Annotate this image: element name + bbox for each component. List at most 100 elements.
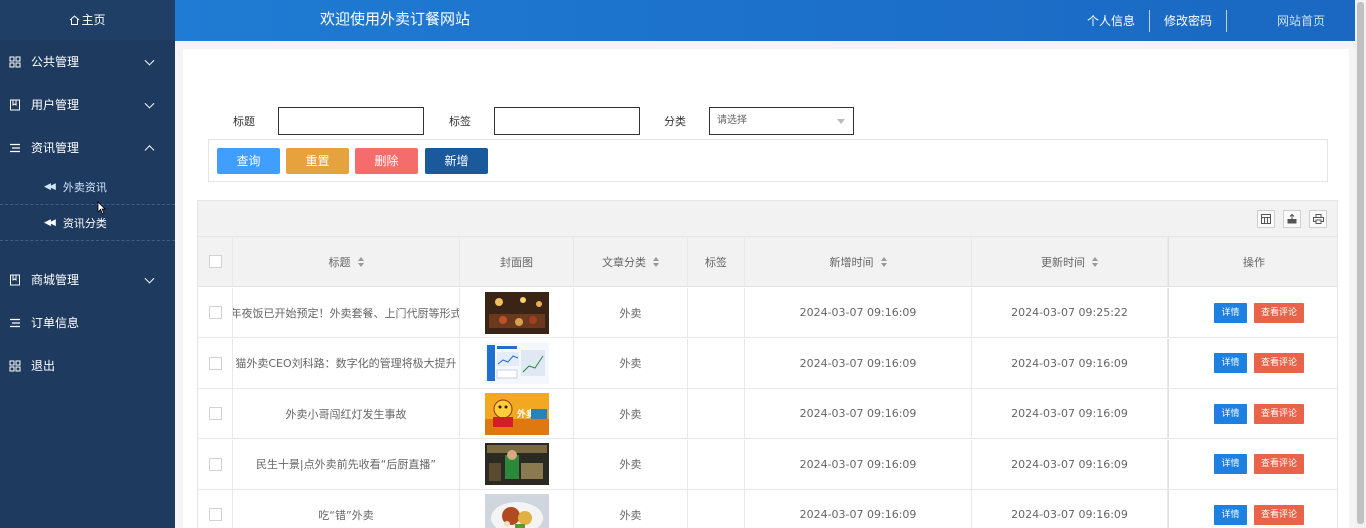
- chevron-down-icon: [144, 55, 155, 66]
- row-cover-cell: 外卖: [460, 389, 574, 438]
- header-category-label: 文章分类: [602, 255, 646, 269]
- row-created: 2024-03-07 09:16:09: [799, 407, 917, 420]
- sort-icon[interactable]: [1092, 256, 1098, 267]
- news-table: 标题 封面图 文章分类 标签 新增时间 更新时间 操作 年夜饭已开始预定！外卖套…: [197, 200, 1338, 528]
- row-title-cell: 吃“错”外卖: [233, 490, 460, 528]
- header-ops-label: 操作: [1243, 255, 1265, 269]
- reset-button[interactable]: 重置: [286, 148, 349, 174]
- header-ops: 操作: [1168, 237, 1337, 286]
- header-category[interactable]: 文章分类: [574, 237, 688, 286]
- site-home-link[interactable]: 网站首页: [1227, 10, 1355, 32]
- sidebar-item-label: 订单信息: [31, 316, 80, 330]
- select-all-cell: [198, 237, 233, 286]
- book-icon: [8, 273, 22, 287]
- row-category-cell: 外卖: [574, 439, 688, 489]
- row-tag-cell: [688, 490, 745, 528]
- book-icon: [8, 98, 22, 112]
- header-tag-label: 标签: [705, 255, 727, 269]
- sidebar-item-users[interactable]: 用户管理: [0, 83, 175, 126]
- row-cover-cell: [460, 490, 574, 528]
- sidebar-item-public[interactable]: 公共管理: [0, 40, 175, 83]
- row-tag-cell: [688, 288, 745, 337]
- sidebar-subitem-news-category[interactable]: ◀◀ 资讯分类: [0, 205, 175, 241]
- query-button[interactable]: 查询: [217, 148, 280, 174]
- sidebar-item-shop[interactable]: 商城管理: [0, 258, 175, 301]
- sidebar-subitem-takeout-news[interactable]: ◀◀ 外卖资讯: [0, 169, 175, 205]
- delete-button[interactable]: 删除: [355, 148, 418, 174]
- grid-icon: [8, 359, 22, 373]
- row-created-cell: 2024-03-07 09:16:09: [745, 389, 972, 438]
- sidebar-item-orders[interactable]: 订单信息: [0, 301, 175, 344]
- grid-icon: [8, 55, 22, 69]
- tag-label: 标签: [449, 115, 471, 128]
- add-button[interactable]: 新增: [425, 148, 488, 174]
- detail-button[interactable]: 详情: [1214, 504, 1247, 525]
- sidebar-item-label: 资讯管理: [31, 141, 80, 155]
- view-comments-button[interactable]: 查看评论: [1254, 353, 1304, 373]
- select-all-checkbox[interactable]: [208, 255, 222, 268]
- row-updated: 2024-03-07 09:16:09: [1011, 407, 1128, 420]
- row-title: 年夜饭已开始预定！外卖套餐、上门代厨等形式: [233, 306, 460, 320]
- row-checkbox[interactable]: [208, 356, 222, 370]
- sidebar-item-label: 用户管理: [31, 98, 80, 112]
- row-created-cell: 2024-03-07 09:16:09: [745, 490, 972, 528]
- change-password-link[interactable]: 修改密码: [1150, 9, 1227, 32]
- header-title[interactable]: 标题: [233, 237, 460, 286]
- row-title: 外卖小哥闯红灯发生事故: [285, 407, 407, 421]
- row-updated-cell: 2024-03-07 09:25:22: [972, 288, 1168, 337]
- category-select[interactable]: 请选择: [709, 107, 854, 135]
- cover-image: 外卖: [484, 392, 549, 435]
- row-cover-cell: [460, 439, 574, 489]
- row-checkbox[interactable]: [208, 407, 222, 420]
- page-title: 欢迎使用外卖订餐网站: [320, 10, 471, 28]
- title-input[interactable]: [278, 107, 424, 135]
- chevron-up-icon: [144, 144, 155, 155]
- sidebar-item-label: 商城管理: [31, 273, 80, 287]
- home-link[interactable]: 主页: [0, 0, 175, 40]
- list-icon: [8, 316, 22, 330]
- caret-down-icon: [837, 119, 845, 124]
- cover-image: [484, 342, 549, 384]
- tag-input[interactable]: [494, 107, 640, 135]
- print-icon[interactable]: [1309, 210, 1327, 228]
- columns-filter-icon[interactable]: [1257, 210, 1275, 228]
- view-comments-button[interactable]: 查看评论: [1254, 504, 1304, 525]
- view-comments-button[interactable]: 查看评论: [1254, 403, 1304, 424]
- sort-icon[interactable]: [653, 256, 659, 267]
- table-row: 年夜饭已开始预定！外卖套餐、上门代厨等形式 外卖 2024-03-07 09:16:…: [198, 288, 1337, 338]
- sidebar-item-logout[interactable]: 退出: [0, 344, 175, 387]
- detail-button[interactable]: 详情: [1214, 353, 1247, 373]
- row-ops-cell: 详情 查看评论: [1168, 338, 1337, 388]
- mouse-cursor-icon: [97, 201, 106, 218]
- row-title-cell: 外卖小哥闯红灯发生事故: [233, 389, 460, 438]
- row-category-cell: 外卖: [574, 288, 688, 337]
- row-cover-cell: [460, 288, 574, 337]
- row-select-cell: [198, 490, 233, 528]
- row-updated-cell: 2024-03-07 09:16:09: [972, 490, 1168, 528]
- sort-icon[interactable]: [357, 256, 364, 267]
- sidebar-item-news[interactable]: 资讯管理: [0, 126, 175, 169]
- view-comments-button[interactable]: 查看评论: [1254, 302, 1304, 323]
- sort-icon[interactable]: [880, 256, 887, 267]
- export-icon[interactable]: [1283, 210, 1301, 228]
- scrollbar-thumb[interactable]: [1357, 2, 1364, 524]
- row-checkbox[interactable]: [208, 457, 222, 471]
- cover-image: [484, 493, 549, 528]
- vertical-scrollbar[interactable]: [1355, 0, 1366, 528]
- profile-link[interactable]: 个人信息: [1073, 9, 1150, 32]
- sidebar-item-label: 公共管理: [31, 55, 80, 69]
- header-updated[interactable]: 更新时间: [972, 237, 1168, 286]
- detail-button[interactable]: 详情: [1214, 403, 1247, 424]
- row-checkbox[interactable]: [208, 306, 222, 319]
- detail-button[interactable]: 详情: [1214, 454, 1247, 474]
- view-comments-button[interactable]: 查看评论: [1254, 454, 1304, 474]
- row-category-cell: 外卖: [574, 338, 688, 388]
- table-row: 外卖小哥闯红灯发生事故 外卖 外卖 2024-03-07 09:16:09 2024-0…: [198, 389, 1337, 439]
- row-created: 2024-03-07 09:16:09: [799, 356, 917, 370]
- header-created[interactable]: 新增时间: [745, 237, 972, 286]
- main-area: 标题 标签 分类 请选择 查询 重置 删除 新增 标题 封面图 文章分类 标签 …: [175, 41, 1355, 528]
- row-checkbox[interactable]: [208, 508, 222, 521]
- content-panel: 标题 标签 分类 请选择 查询 重置 删除 新增 标题 封面图 文章分类 标签 …: [183, 49, 1349, 528]
- double-left-arrow-icon: ◀◀: [44, 181, 56, 192]
- detail-button[interactable]: 详情: [1214, 302, 1247, 323]
